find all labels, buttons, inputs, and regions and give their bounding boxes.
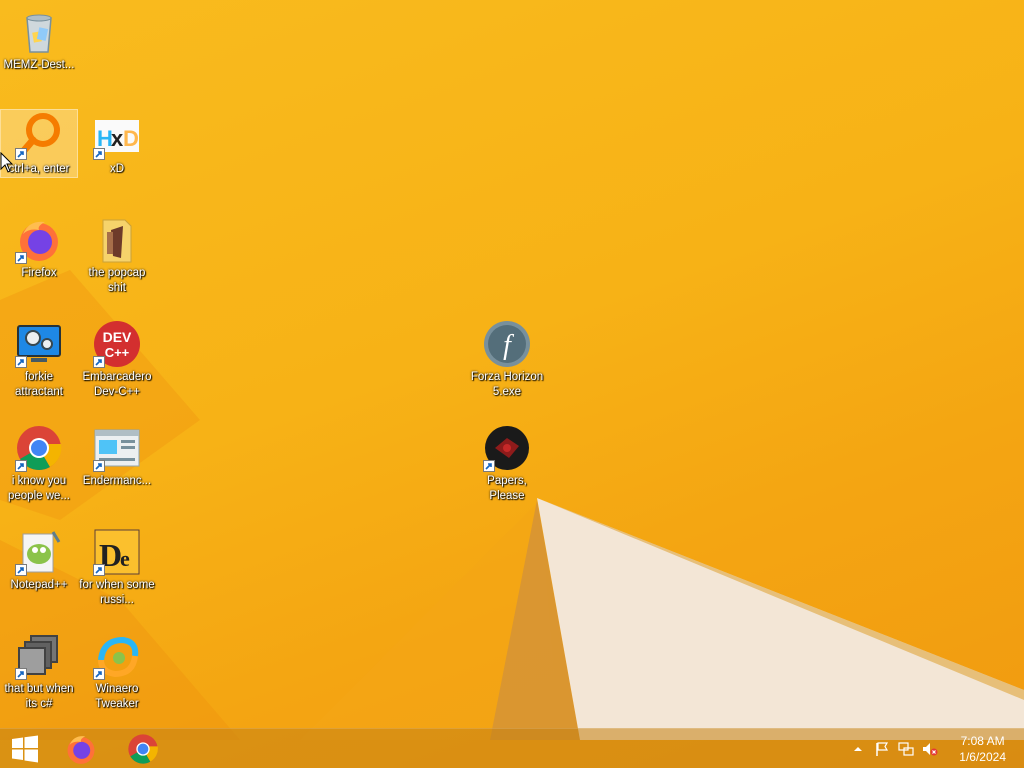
shortcut-arrow-icon bbox=[15, 252, 27, 264]
desktop-icon-xd[interactable]: H x D xD bbox=[79, 110, 155, 177]
desktop-icon-label: for when some russi... bbox=[79, 579, 155, 606]
chrome-icon bbox=[128, 734, 158, 764]
windows-logo-icon bbox=[12, 735, 38, 763]
desktop-icon-recycle-bin[interactable]: MEMZ-Dest... bbox=[1, 6, 77, 73]
desktop-icon-label: Notepad++ bbox=[10, 579, 68, 591]
network-icon[interactable] bbox=[898, 741, 914, 757]
svg-text:e: e bbox=[120, 546, 130, 571]
desktop-icon-label: forkie attractant bbox=[15, 371, 63, 398]
desktop-icon-i-know-you-people[interactable]: i know you people we... bbox=[1, 422, 77, 504]
desktop-icon-label: Firefox bbox=[21, 267, 57, 279]
de-icon: D e bbox=[93, 528, 141, 576]
desktop-icon-label: Endermanc... bbox=[82, 475, 152, 487]
folder-icon bbox=[93, 216, 141, 264]
firefox-icon bbox=[67, 736, 95, 764]
shortcut-arrow-icon bbox=[93, 460, 105, 472]
desktop-icon-label: that but when its c# bbox=[4, 683, 74, 710]
desktop-icon-the-popcap-shit[interactable]: the popcap shit bbox=[79, 214, 155, 296]
stacked-windows-icon bbox=[15, 632, 63, 680]
hxd-icon: H x D bbox=[93, 112, 141, 160]
show-hidden-icons-chevron[interactable] bbox=[850, 741, 866, 757]
chrome-icon bbox=[15, 424, 63, 472]
papers-please-icon bbox=[483, 424, 531, 472]
devcpp-icon: DEV C++ bbox=[93, 320, 141, 368]
svg-text:DEV: DEV bbox=[103, 329, 132, 345]
winaero-icon bbox=[93, 632, 141, 680]
desktop-icon-forkie-attractant[interactable]: forkie attractant bbox=[1, 318, 77, 400]
tray-clock[interactable]: 7:08 AM 1/6/2024 bbox=[959, 733, 1006, 765]
shortcut-arrow-icon bbox=[15, 668, 27, 680]
mouse-cursor-icon bbox=[0, 152, 14, 173]
shortcut-arrow-icon bbox=[15, 460, 27, 472]
desktop-icon-firefox[interactable]: Firefox bbox=[1, 214, 77, 281]
desktop-icon-label: Winaero Tweaker bbox=[95, 683, 139, 710]
svg-text:D: D bbox=[123, 126, 139, 151]
search-magnifier-icon bbox=[15, 112, 63, 160]
desktop-icon-endermanch[interactable]: Endermanc... bbox=[79, 422, 155, 489]
clock-date: 1/6/2024 bbox=[959, 750, 1006, 764]
clock-time: 7:08 AM bbox=[960, 734, 1005, 748]
firefox-icon bbox=[15, 216, 63, 264]
taskbar-chrome-button[interactable] bbox=[118, 729, 168, 768]
shortcut-arrow-icon bbox=[483, 460, 495, 472]
desktop-icon-for-when-some-russi[interactable]: D e for when some russi... bbox=[79, 526, 155, 608]
recycle-bin-icon bbox=[15, 8, 63, 56]
desktop-icon-label: Embarcadero Dev-C++ bbox=[82, 371, 152, 398]
shortcut-arrow-icon bbox=[93, 148, 105, 160]
start-button[interactable] bbox=[0, 729, 50, 768]
flash-icon: f bbox=[483, 320, 531, 368]
window-app-icon bbox=[93, 424, 141, 472]
shortcut-arrow-icon bbox=[15, 356, 27, 368]
taskbar-firefox-button[interactable] bbox=[56, 729, 106, 768]
shortcut-arrow-icon bbox=[15, 564, 27, 576]
notepadpp-icon bbox=[15, 528, 63, 576]
desktop-icon-label: Papers, Please bbox=[487, 475, 527, 502]
desktop-icon-label: the popcap shit bbox=[88, 267, 146, 294]
shortcut-arrow-icon bbox=[93, 356, 105, 368]
shortcut-arrow-icon bbox=[93, 668, 105, 680]
desktop-icon-label: i know you people we... bbox=[7, 475, 70, 502]
desktop-icon-winaero-tweaker[interactable]: Winaero Tweaker bbox=[79, 630, 155, 712]
desktop-icon-papers-please[interactable]: Papers, Please bbox=[469, 422, 545, 504]
desktop-icon-label: MEMZ-Dest... bbox=[3, 59, 75, 71]
action-center-flag-icon[interactable] bbox=[874, 741, 890, 757]
desktop-icon-label: Forza Horizon 5.exe bbox=[470, 371, 544, 398]
shortcut-arrow-icon bbox=[93, 564, 105, 576]
desktop-icon-embarcadero-dev-cpp[interactable]: DEV C++ Embarcadero Dev-C++ bbox=[79, 318, 155, 400]
svg-text:C++: C++ bbox=[105, 345, 130, 360]
monitor-gears-icon bbox=[15, 320, 63, 368]
desktop[interactable]: MEMZ-Dest... ctrl+a, enter Firefox forki… bbox=[0, 0, 1024, 768]
desktop-icon-label: xD bbox=[109, 163, 125, 175]
taskbar: 7:08 AM 1/6/2024 bbox=[0, 728, 1024, 768]
volume-muted-icon[interactable] bbox=[922, 741, 938, 757]
desktop-icon-forza-horizon-5[interactable]: f Forza Horizon 5.exe bbox=[469, 318, 545, 400]
shortcut-arrow-icon bbox=[15, 148, 27, 160]
desktop-icon-notepad-plus-plus[interactable]: Notepad++ bbox=[1, 526, 77, 593]
desktop-icon-that-but-when-its-csharp[interactable]: that but when its c# bbox=[1, 630, 77, 712]
